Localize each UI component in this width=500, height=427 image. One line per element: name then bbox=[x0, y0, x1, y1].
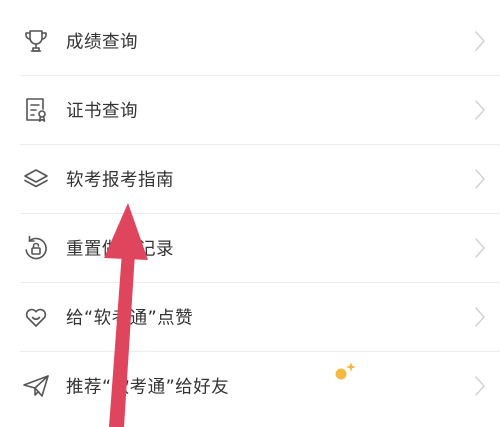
chevron-right-icon bbox=[474, 375, 486, 397]
menu-item-label: 软考报考指南 bbox=[66, 170, 174, 190]
chevron-right-icon bbox=[474, 99, 486, 121]
menu-item-score-query[interactable]: 成绩查询 bbox=[0, 6, 500, 75]
trophy-icon bbox=[21, 26, 51, 56]
heart-icon bbox=[21, 302, 51, 332]
menu-item-recommend-app[interactable]: 推荐“软考通”给好友 bbox=[0, 351, 500, 420]
layers-icon bbox=[21, 164, 51, 194]
menu-item-label: 重置做题记录 bbox=[66, 239, 174, 259]
menu-item-label: 给“软考通”点赞 bbox=[66, 308, 194, 328]
menu-item-exam-guide[interactable]: 软考报考指南 bbox=[0, 144, 500, 213]
reset-icon bbox=[21, 233, 51, 263]
menu-item-label: 成绩查询 bbox=[66, 32, 138, 52]
menu-item-reset-records[interactable]: 重置做题记录 bbox=[0, 213, 500, 282]
certificate-icon bbox=[21, 95, 51, 125]
chevron-right-icon bbox=[474, 237, 486, 259]
chevron-right-icon bbox=[474, 306, 486, 328]
menu-item-label: 推荐“软考通”给好友 bbox=[66, 377, 230, 397]
chevron-right-icon bbox=[474, 30, 486, 52]
chevron-right-icon bbox=[474, 168, 486, 190]
paper-plane-icon bbox=[21, 371, 51, 401]
menu-item-like-app[interactable]: 给“软考通”点赞 bbox=[0, 282, 500, 351]
menu-item-label: 证书查询 bbox=[66, 101, 138, 121]
menu-item-certificate-query[interactable]: 证书查询 bbox=[0, 75, 500, 144]
